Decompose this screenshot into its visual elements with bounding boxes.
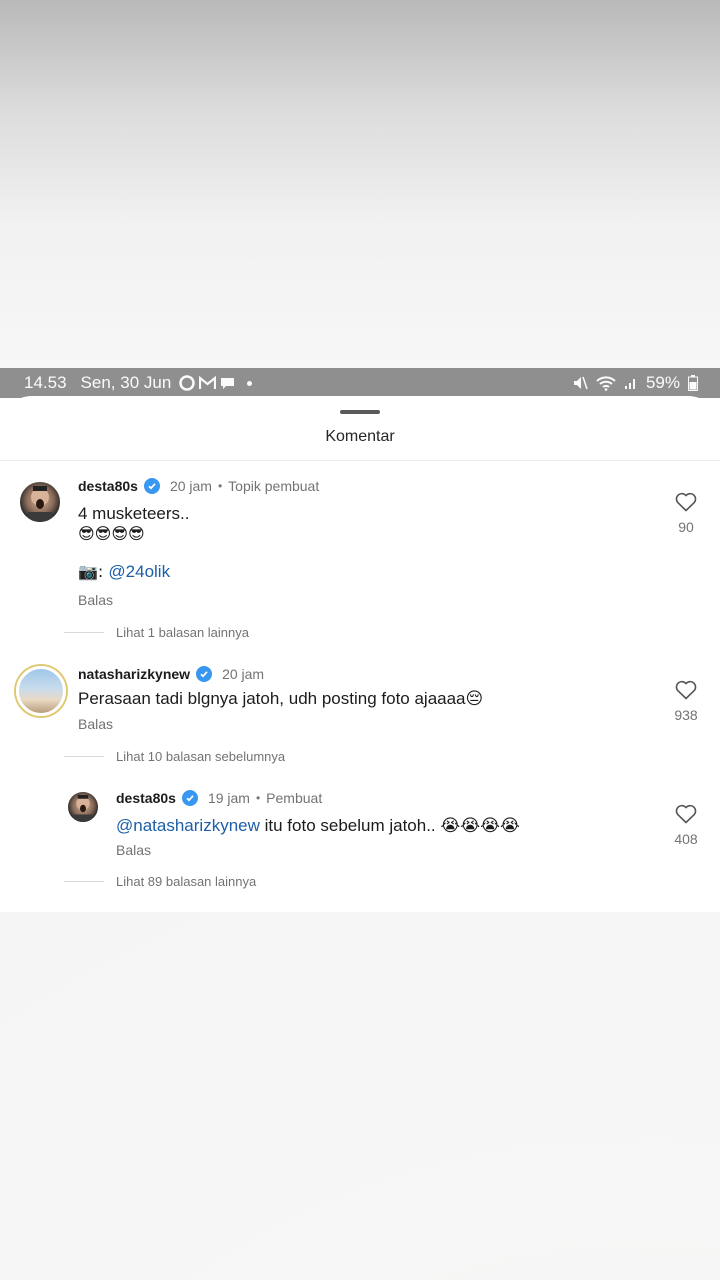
gmail-icon [199,376,217,390]
comment-emoji-line: 😎😎😎😎 [78,524,145,543]
view-more-replies[interactable]: Lihat 1 balasan lainnya [64,625,249,640]
view-previous-replies[interactable]: Lihat 10 balasan sebelumnya [64,749,285,764]
view-more-label: Lihat 1 balasan lainnya [116,625,249,640]
thread-line [64,632,104,633]
verified-icon [181,790,198,806]
comment-credit-line: 📷: @24olik [78,562,190,582]
more-notifications-dot [247,380,253,386]
heart-icon[interactable] [675,804,697,824]
like-count: 408 [674,831,698,847]
chat-icon [220,376,235,390]
comment-text: 4 musketeers.. 😎😎😎😎 📷: @24olik [78,504,190,582]
view-more-label: Lihat 89 balasan lainnya [116,874,257,889]
like-control: 408 [666,804,706,847]
background-top [0,0,720,368]
author-tag: Pembuat [266,790,323,806]
like-count: 938 [674,707,698,723]
reply-text: itu foto sebelum jatoh.. 😭😭😭😭 [259,816,520,835]
status-right: 59% [572,373,698,393]
mention-link[interactable]: @natasharizkynew [116,816,260,835]
view-previous-label: Lihat 10 balasan sebelumnya [116,749,286,764]
avatar[interactable] [16,666,66,716]
reply-button[interactable]: Balas [78,716,113,732]
username[interactable]: natasharizkynew [78,666,190,682]
divider [0,460,720,461]
separator-dot: • [255,791,261,805]
reply-button[interactable]: Balas [116,842,151,858]
camera-credit-prefix: 📷: [78,562,109,581]
comment-text: Perasaan tadi blgnya jatoh, udh posting … [78,689,484,708]
comment-text-line: 4 musketeers.. [78,504,190,523]
sheet-title: Komentar [325,428,395,445]
heart-icon[interactable] [675,680,697,700]
comment-meta: desta80s 20 jam • Topik pembuat [78,478,319,494]
signal-icon [624,376,638,390]
avatar[interactable] [66,790,100,824]
threads-icon [179,375,196,391]
status-date: Sen, 30 Jun [80,373,172,392]
wifi-icon [596,375,616,391]
mute-icon [572,375,588,391]
avatar[interactable] [18,480,62,524]
mention-link[interactable]: @24olik [108,562,170,581]
notification-icons [179,375,253,391]
battery-icon [688,375,698,391]
status-left: 14.53 Sen, 30 Jun [24,373,253,393]
background-bottom [0,912,720,1280]
like-control: 90 [666,492,706,535]
status-time: 14.53 [24,373,67,392]
comment-time: 19 jam [207,790,250,806]
view-more-replies[interactable]: Lihat 89 balasan lainnya [64,874,256,889]
reply-button[interactable]: Balas [78,592,113,608]
verified-icon [143,478,160,494]
like-count: 90 [678,519,694,535]
comment-meta: desta80s 19 jam • Pembuat [116,790,322,806]
thread-line [64,881,104,882]
thread-line [64,756,104,757]
comment-text: @natasharizkynew itu foto sebelum jatoh.… [116,816,520,836]
username[interactable]: desta80s [78,478,138,494]
comment-meta: natasharizkynew 20 jam [78,666,264,682]
separator-dot: • [217,479,223,493]
like-control: 938 [666,680,706,723]
sheet-grabber[interactable] [340,410,380,414]
battery-percent: 59% [645,373,680,392]
comment-time: 20 jam [169,478,212,494]
comment-time: 20 jam [222,666,265,682]
username[interactable]: desta80s [116,790,176,806]
heart-icon[interactable] [675,492,697,512]
status-bar: 14.53 Sen, 30 Jun 59% [0,368,720,398]
comments-sheet: Komentar desta80s 20 jam • Topik pembuat… [0,396,720,912]
author-tag: Topik pembuat [228,478,320,494]
verified-icon [196,666,213,682]
